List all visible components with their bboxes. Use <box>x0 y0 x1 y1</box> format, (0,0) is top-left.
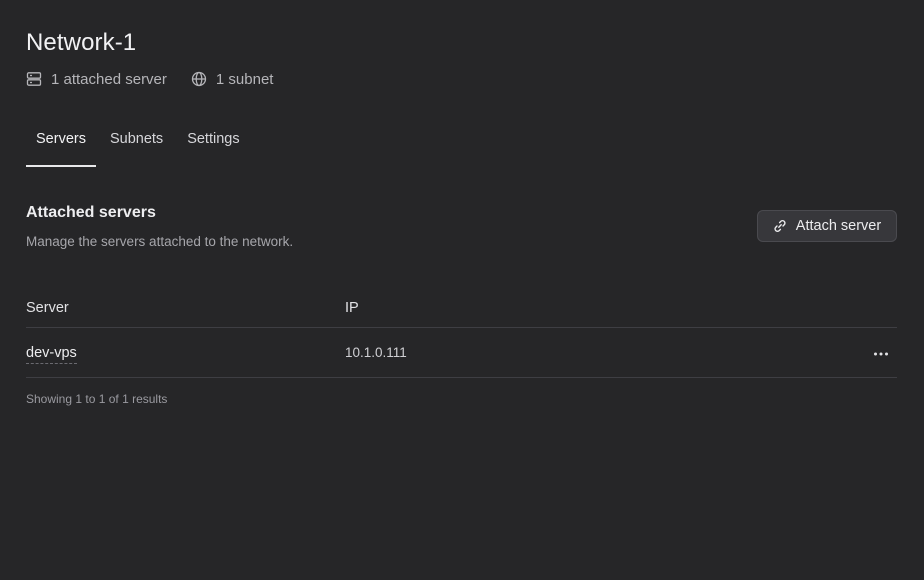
tab-servers[interactable]: Servers <box>26 122 96 167</box>
attached-servers-count: 1 attached server <box>26 71 167 88</box>
server-name-link[interactable]: dev-vps <box>26 344 77 364</box>
network-tabs: Servers Subnets Settings <box>26 122 254 167</box>
network-detail-page: Network-1 1 attached server 1 subnet Ser… <box>0 0 924 580</box>
more-options-icon[interactable] <box>873 345 889 361</box>
pagination-summary: Showing 1 to 1 of 1 results <box>26 392 168 406</box>
globe-icon <box>191 71 207 87</box>
tab-subnets[interactable]: Subnets <box>100 122 173 167</box>
link-icon <box>773 219 787 233</box>
section-description: Manage the servers attached to the netwo… <box>26 234 294 249</box>
column-header-ip: IP <box>345 299 359 316</box>
row-actions <box>857 345 897 361</box>
subnet-count-label: 1 subnet <box>215 70 274 88</box>
attached-servers-label: 1 attached server <box>51 70 167 88</box>
page-title: Network-1 <box>26 29 137 56</box>
attach-server-button[interactable]: Attach server <box>757 210 897 242</box>
server-cell: dev-vps <box>26 344 345 364</box>
attach-server-label: Attach server <box>795 218 882 234</box>
subnet-count: 1 subnet <box>191 70 274 88</box>
tab-settings[interactable]: Settings <box>177 122 249 167</box>
column-header-server: Server <box>26 299 69 316</box>
section-title: Attached servers <box>26 204 156 221</box>
server-icon <box>26 71 42 87</box>
ip-cell: 10.1.0.111 <box>345 345 407 360</box>
servers-table: Server IP dev-vps 10.1.0.111 <box>26 288 897 378</box>
network-meta: 1 attached server 1 subnet <box>26 69 273 89</box>
table-row: dev-vps 10.1.0.111 <box>26 328 897 378</box>
table-header: Server IP <box>26 288 897 328</box>
